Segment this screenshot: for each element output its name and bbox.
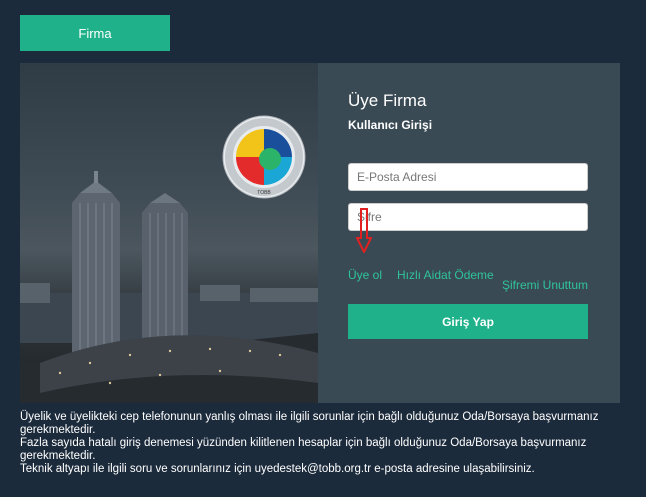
red-arrow-annotation: [356, 208, 372, 253]
email-field[interactable]: [348, 163, 588, 191]
forgot-password-link[interactable]: Şifremi Unuttum: [502, 278, 588, 292]
note-locked: Fazla sayıda hatalı giriş denemesi yüzün…: [20, 437, 587, 462]
password-field[interactable]: [348, 203, 588, 231]
tobb-logo: TOBB: [222, 115, 306, 199]
login-form: Üye Firma Kullanıcı Girişi Üye ol Hızlı …: [318, 63, 620, 403]
login-title: Üye Firma: [348, 91, 427, 110]
tab-firma[interactable]: Firma: [20, 15, 170, 51]
note-phone: Üyelik ve üyelikteki cep telefonunun yan…: [20, 411, 599, 436]
info-notes: Üyelik ve üyelikteki cep telefonunun yan…: [20, 411, 630, 476]
note-support: Teknik altyapı ile ilgili soru ve sorunl…: [20, 463, 535, 475]
tobb-towers-photo: TOBB: [20, 63, 318, 403]
svg-text:TOBB: TOBB: [257, 190, 271, 196]
login-button[interactable]: Giriş Yap: [348, 304, 588, 339]
login-panel: TOBB Üye Firma Kullanıcı Girişi Üye ol H…: [20, 63, 620, 403]
login-subtitle: Kullanıcı Girişi: [348, 118, 433, 132]
fast-payment-link[interactable]: Hızlı Aidat Ödeme: [397, 268, 494, 282]
register-link[interactable]: Üye ol: [348, 268, 382, 282]
